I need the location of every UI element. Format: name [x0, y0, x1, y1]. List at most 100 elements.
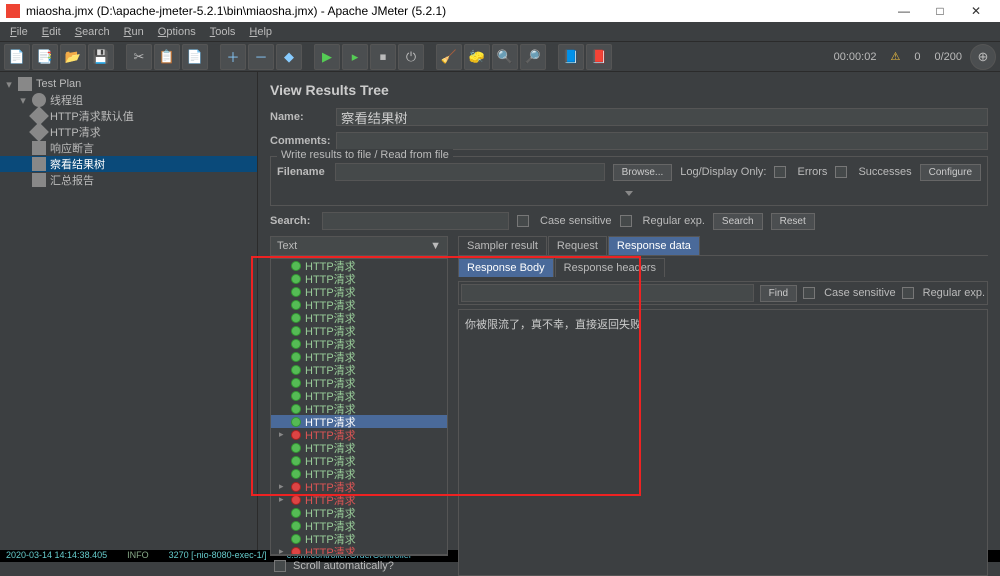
stop-button[interactable]: ⏹ — [370, 44, 396, 70]
result-item[interactable]: HTTP清求 — [271, 285, 447, 298]
menu-edit[interactable]: Edit — [36, 24, 67, 40]
new-button[interactable]: 📄 — [4, 44, 30, 70]
clear-button[interactable]: 🧹 — [436, 44, 462, 70]
tab-response-data[interactable]: Response data — [608, 236, 700, 255]
renderer-select[interactable]: Text ▼ — [270, 236, 448, 256]
name-input[interactable] — [336, 108, 988, 126]
search-button[interactable]: 🔍 — [492, 44, 518, 70]
paste-button[interactable]: 📄 — [182, 44, 208, 70]
test-plan-tree[interactable]: ▾ Test Plan ▾线程组HTTP清求默认值HTTP清求响应断言察看结果树… — [0, 72, 258, 550]
save-button[interactable]: 💾 — [88, 44, 114, 70]
configure-button[interactable]: Configure — [920, 164, 981, 181]
tree-item[interactable]: 察看结果树 — [0, 156, 257, 172]
tab-request[interactable]: Request — [548, 236, 607, 255]
result-item[interactable]: HTTP清求 — [271, 506, 447, 519]
copy-button[interactable]: 📋 — [154, 44, 180, 70]
templates-button[interactable]: 📑 — [32, 44, 58, 70]
menu-search[interactable]: Search — [69, 24, 116, 40]
find-button[interactable]: Find — [760, 285, 797, 302]
cut-button[interactable]: ✂ — [126, 44, 152, 70]
result-item[interactable]: HTTP清求 — [271, 467, 447, 480]
find-regex-check[interactable] — [902, 287, 914, 299]
toggle-button[interactable]: ◆ — [276, 44, 302, 70]
result-item[interactable]: ▸HTTP清求 — [271, 493, 447, 506]
minimize-button[interactable]: — — [886, 0, 922, 22]
close-button[interactable]: ✕ — [958, 0, 994, 22]
errors-check[interactable] — [774, 166, 786, 178]
menu-options[interactable]: Options — [152, 24, 202, 40]
expand-icon[interactable] — [625, 191, 633, 196]
add-button[interactable]: ＋ — [220, 44, 246, 70]
result-item[interactable]: HTTP清求 — [271, 402, 447, 415]
status-icon — [291, 443, 301, 453]
status-icon — [291, 300, 301, 310]
subtab-response-body[interactable]: Response Body — [458, 258, 554, 277]
tree-root[interactable]: ▾ Test Plan — [0, 76, 257, 92]
find-input[interactable] — [461, 284, 754, 302]
tree-label: 响应断言 — [50, 140, 94, 156]
function-button[interactable]: 📘 — [558, 44, 584, 70]
result-item[interactable]: HTTP清求 — [271, 389, 447, 402]
toggle-icon[interactable]: ▾ — [18, 94, 28, 107]
result-item[interactable]: HTTP清求 — [271, 272, 447, 285]
menu-bar: FileEditSearchRunOptionsToolsHelp — [0, 22, 1000, 42]
case-check[interactable] — [517, 215, 529, 227]
start-button[interactable]: ▶ — [314, 44, 340, 70]
maximize-button[interactable]: □ — [922, 0, 958, 22]
tree-item[interactable]: 响应断言 — [0, 140, 257, 156]
result-item[interactable]: HTTP清求 — [271, 376, 447, 389]
status-icon — [291, 274, 301, 284]
menu-run[interactable]: Run — [118, 24, 150, 40]
result-item[interactable]: HTTP清求 — [271, 298, 447, 311]
start-no-pause-button[interactable]: ▸ — [342, 44, 368, 70]
comments-input[interactable] — [336, 132, 988, 150]
clear-all-button[interactable]: 🧽 — [464, 44, 490, 70]
result-item[interactable]: HTTP清求 — [271, 311, 447, 324]
result-item[interactable]: HTTP清求 — [271, 259, 447, 272]
shutdown-button[interactable]: ⏻ — [398, 44, 424, 70]
result-item[interactable]: ▸HTTP清求 — [271, 428, 447, 441]
menu-file[interactable]: File — [4, 24, 34, 40]
result-item[interactable]: HTTP清求 — [271, 337, 447, 350]
toggle-icon[interactable]: ▸ — [279, 546, 287, 555]
find-case-check[interactable] — [803, 287, 815, 299]
filename-input[interactable] — [335, 163, 605, 181]
search-input[interactable] — [322, 212, 509, 230]
reset-btn[interactable]: Reset — [771, 213, 815, 230]
reset-search-button[interactable]: 🔎 — [520, 44, 546, 70]
result-item[interactable]: ▸HTTP清求 — [271, 545, 447, 555]
search-label: Search: — [270, 215, 314, 227]
successes-check[interactable] — [835, 166, 847, 178]
toggle-icon[interactable]: ▾ — [4, 78, 14, 91]
status-icon — [291, 430, 301, 440]
result-item[interactable]: HTTP清求 — [271, 324, 447, 337]
regex-check[interactable] — [620, 215, 632, 227]
tab-sampler-result[interactable]: Sampler result — [458, 236, 547, 255]
result-item[interactable]: HTTP清求 — [271, 532, 447, 545]
res-icon — [32, 141, 46, 155]
toggle-icon[interactable]: ▸ — [279, 481, 287, 492]
results-list[interactable]: HTTP清求HTTP清求HTTP清求HTTP清求HTTP清求HTTP清求HTTP… — [270, 258, 448, 555]
result-item[interactable]: HTTP清求 — [271, 415, 447, 428]
result-item[interactable]: HTTP清求 — [271, 363, 447, 376]
menu-help[interactable]: Help — [243, 24, 278, 40]
result-item[interactable]: HTTP清求 — [271, 454, 447, 467]
tree-item[interactable]: HTTP清求 — [0, 124, 257, 140]
remove-button[interactable]: － — [248, 44, 274, 70]
open-button[interactable]: 📂 — [60, 44, 86, 70]
search-btn[interactable]: Search — [713, 213, 763, 230]
result-item[interactable]: HTTP清求 — [271, 441, 447, 454]
menu-tools[interactable]: Tools — [204, 24, 242, 40]
toggle-icon[interactable]: ▸ — [279, 429, 287, 440]
help-button[interactable]: 📕 — [586, 44, 612, 70]
result-item[interactable]: HTTP清求 — [271, 519, 447, 532]
tree-item[interactable]: 汇总报告 — [0, 172, 257, 188]
result-item[interactable]: ▸HTTP清求 — [271, 480, 447, 493]
subtab-response-headers[interactable]: Response headers — [555, 258, 665, 277]
status-icon — [291, 326, 301, 336]
status-icon — [291, 352, 301, 362]
browse-button[interactable]: Browse... — [613, 164, 673, 181]
toggle-icon[interactable]: ▸ — [279, 494, 287, 505]
result-item[interactable]: HTTP清求 — [271, 350, 447, 363]
response-body[interactable]: 你被限流了，真不幸，直接返回失败 — [458, 309, 988, 576]
